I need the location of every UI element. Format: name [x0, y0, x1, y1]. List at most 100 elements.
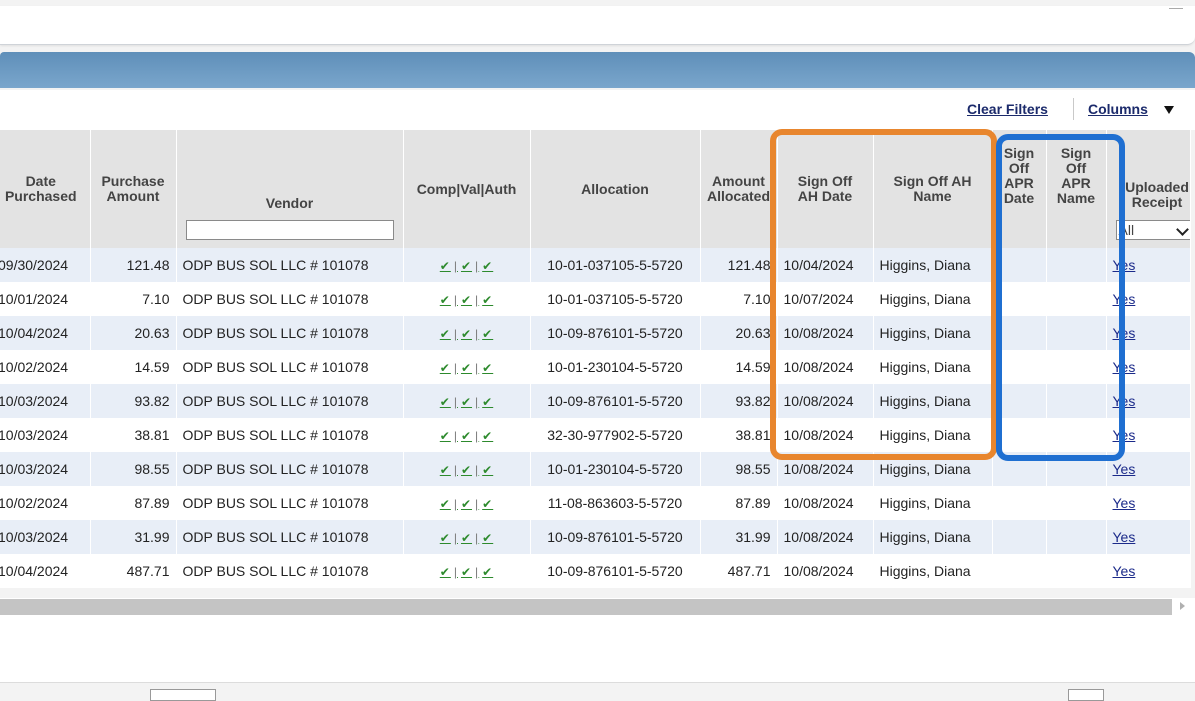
table-row[interactable]: 10/02/2024 14.59 ODP BUS SOL LLC # 101078 ✔… [0, 350, 1191, 384]
col-purchase-amount[interactable]: Purchase Amount [90, 130, 177, 248]
comp-val-auth-link[interactable]: ✔ | ✔ | ✔ [440, 497, 493, 511]
scroll-right-icon[interactable] [1180, 602, 1185, 610]
receipt-filter-select[interactable]: All [1115, 220, 1189, 240]
check-icon: ✔ [482, 429, 494, 443]
col-sign-off-apr-date[interactable]: Sign Off APR Date [992, 130, 1047, 248]
receipt-link[interactable]: Yes [1113, 563, 1136, 579]
receipt-link[interactable]: Yes [1113, 257, 1136, 273]
check-icon: ✔ [439, 463, 451, 477]
comp-val-auth-cell: ✔ | ✔ | ✔ [403, 350, 531, 384]
check-icon: ✔ [460, 429, 473, 443]
comp-val-auth-link[interactable]: ✔ | ✔ | ✔ [440, 259, 493, 273]
vendor-cell: ODP BUS SOL LLC # 101078 [176, 486, 404, 520]
separator-mark: | [453, 259, 458, 273]
table-row[interactable]: 10/03/2024 31.99 ODP BUS SOL LLC # 101078 ✔… [0, 520, 1191, 554]
page-number-field[interactable] [1068, 689, 1104, 701]
check-icon: ✔ [482, 327, 494, 341]
grid-body: 09/30/2024 121.48 ODP BUS SOL LLC # 101078… [0, 248, 1191, 588]
sign-off-ah-date-cell: 10/08/2024 [777, 384, 874, 418]
comp-val-auth-cell: ✔ | ✔ | ✔ [403, 384, 531, 418]
table-row[interactable]: 10/03/2024 98.55 ODP BUS SOL LLC # 101078 ✔… [0, 452, 1191, 486]
caret-down-icon[interactable] [1164, 106, 1174, 114]
clear-filters-link[interactable]: Clear Filters [967, 101, 1048, 117]
col-comp-val-auth-label: Comp|Val|Auth [416, 180, 517, 197]
sign-off-ah-name-cell: Higgins, Diana [873, 350, 993, 384]
separator-mark: | [453, 463, 458, 477]
receipt-link[interactable]: Yes [1113, 461, 1136, 477]
page-size-field[interactable] [150, 689, 216, 701]
check-icon: ✔ [460, 293, 473, 307]
purchase-amount-cell: 121.48 [90, 248, 177, 282]
columns-menu-link[interactable]: Columns [1088, 101, 1148, 117]
comp-val-auth-link[interactable]: ✔ | ✔ | ✔ [440, 429, 493, 443]
receipt-link[interactable]: Yes [1113, 359, 1136, 375]
separator-mark: | [453, 429, 458, 443]
sign-off-apr-name-cell [1046, 350, 1107, 384]
separator-mark: | [475, 361, 480, 375]
receipt-link[interactable]: Yes [1113, 495, 1136, 511]
separator-mark: | [453, 293, 458, 307]
col-allocation[interactable]: Allocation [530, 130, 701, 248]
pager-footer [0, 682, 1195, 701]
comp-val-auth-link[interactable]: ✔ | ✔ | ✔ [440, 531, 493, 545]
sign-off-ah-name-cell: Higgins, Diana [873, 418, 993, 452]
date-cell: 10/01/2024 [0, 282, 91, 316]
receipt-link[interactable]: Yes [1113, 529, 1136, 545]
comp-val-auth-cell: ✔ | ✔ | ✔ [403, 316, 531, 350]
col-sign-off-ah-date[interactable]: Sign Off AH Date [777, 130, 874, 248]
comp-val-auth-cell: ✔ | ✔ | ✔ [403, 452, 531, 486]
sign-off-ah-date-cell: 10/07/2024 [777, 282, 874, 316]
col-uploaded-receipt[interactable]: Uploaded Receipt All [1106, 130, 1191, 248]
separator-mark: | [475, 497, 480, 511]
col-sign-off-ah-name[interactable]: Sign Off AH Name [873, 130, 993, 248]
uploaded-receipt-cell: Yes [1106, 452, 1191, 486]
comp-val-auth-link[interactable]: ✔ | ✔ | ✔ [440, 327, 493, 341]
table-row[interactable]: 10/04/2024 20.63 ODP BUS SOL LLC # 101078 ✔… [0, 316, 1191, 350]
separator-mark: | [475, 395, 480, 409]
vendor-filter-input[interactable] [185, 220, 394, 240]
date-cell: 10/03/2024 [0, 452, 91, 486]
col-date-purchased[interactable]: Date Purchased [0, 130, 91, 248]
separator-mark: | [453, 395, 458, 409]
amount-allocated-cell: 7.10 [700, 282, 778, 316]
sign-off-apr-date-cell [992, 316, 1047, 350]
sign-off-ah-date-cell: 10/08/2024 [777, 486, 874, 520]
comp-val-auth-link[interactable]: ✔ | ✔ | ✔ [440, 463, 493, 477]
check-icon: ✔ [460, 497, 473, 511]
receipt-link[interactable]: Yes [1113, 291, 1136, 307]
col-sign-off-apr-name-label: Sign Off APR Name [1056, 145, 1096, 206]
sign-off-ah-name-cell: Higgins, Diana [873, 452, 993, 486]
col-sign-off-apr-name[interactable]: Sign Off APR Name [1046, 130, 1107, 248]
scrollbar-thumb[interactable] [0, 599, 1172, 615]
comp-val-auth-link[interactable]: ✔ | ✔ | ✔ [440, 361, 493, 375]
table-row[interactable]: 10/04/2024 487.71 ODP BUS SOL LLC # 101078… [0, 554, 1191, 588]
minimize-mark [1169, 8, 1183, 9]
date-cell: 10/02/2024 [0, 486, 91, 520]
horizontal-scrollbar[interactable] [0, 598, 1195, 616]
amount-allocated-cell: 38.81 [700, 418, 778, 452]
receipt-link[interactable]: Yes [1113, 427, 1136, 443]
comp-val-auth-link[interactable]: ✔ | ✔ | ✔ [440, 565, 493, 579]
check-icon: ✔ [460, 361, 473, 375]
receipt-link[interactable]: Yes [1113, 393, 1136, 409]
table-row[interactable]: 10/03/2024 38.81 ODP BUS SOL LLC # 101078 ✔… [0, 418, 1191, 452]
table-row[interactable]: 10/02/2024 87.89 ODP BUS SOL LLC # 101078 ✔… [0, 486, 1191, 520]
sign-off-apr-date-cell [992, 282, 1047, 316]
date-cell: 10/03/2024 [0, 384, 91, 418]
comp-val-auth-link[interactable]: ✔ | ✔ | ✔ [440, 395, 493, 409]
col-amount-allocated[interactable]: Amount Allocated [700, 130, 778, 248]
comp-val-auth-link[interactable]: ✔ | ✔ | ✔ [440, 293, 493, 307]
table-row[interactable]: 10/01/2024 7.10 ODP BUS SOL LLC # 101078 ✔ |… [0, 282, 1191, 316]
table-row[interactable]: 10/03/2024 93.82 ODP BUS SOL LLC # 101078 ✔… [0, 384, 1191, 418]
col-vendor[interactable]: Vendor [176, 130, 404, 248]
col-comp-val-auth[interactable]: Comp|Val|Auth [403, 130, 531, 248]
allocation-cell: 10-09-876101-5-5720 [530, 520, 701, 554]
vendor-cell: ODP BUS SOL LLC # 101078 [176, 350, 404, 384]
date-cell: 10/02/2024 [0, 350, 91, 384]
receipt-link[interactable]: Yes [1113, 325, 1136, 341]
comp-val-auth-cell: ✔ | ✔ | ✔ [403, 554, 531, 588]
sign-off-apr-name-cell [1046, 554, 1107, 588]
col-uploaded-receipt-label: Uploaded Receipt [1125, 179, 1189, 210]
separator-mark: | [453, 565, 458, 579]
table-row[interactable]: 09/30/2024 121.48 ODP BUS SOL LLC # 101078… [0, 248, 1191, 282]
